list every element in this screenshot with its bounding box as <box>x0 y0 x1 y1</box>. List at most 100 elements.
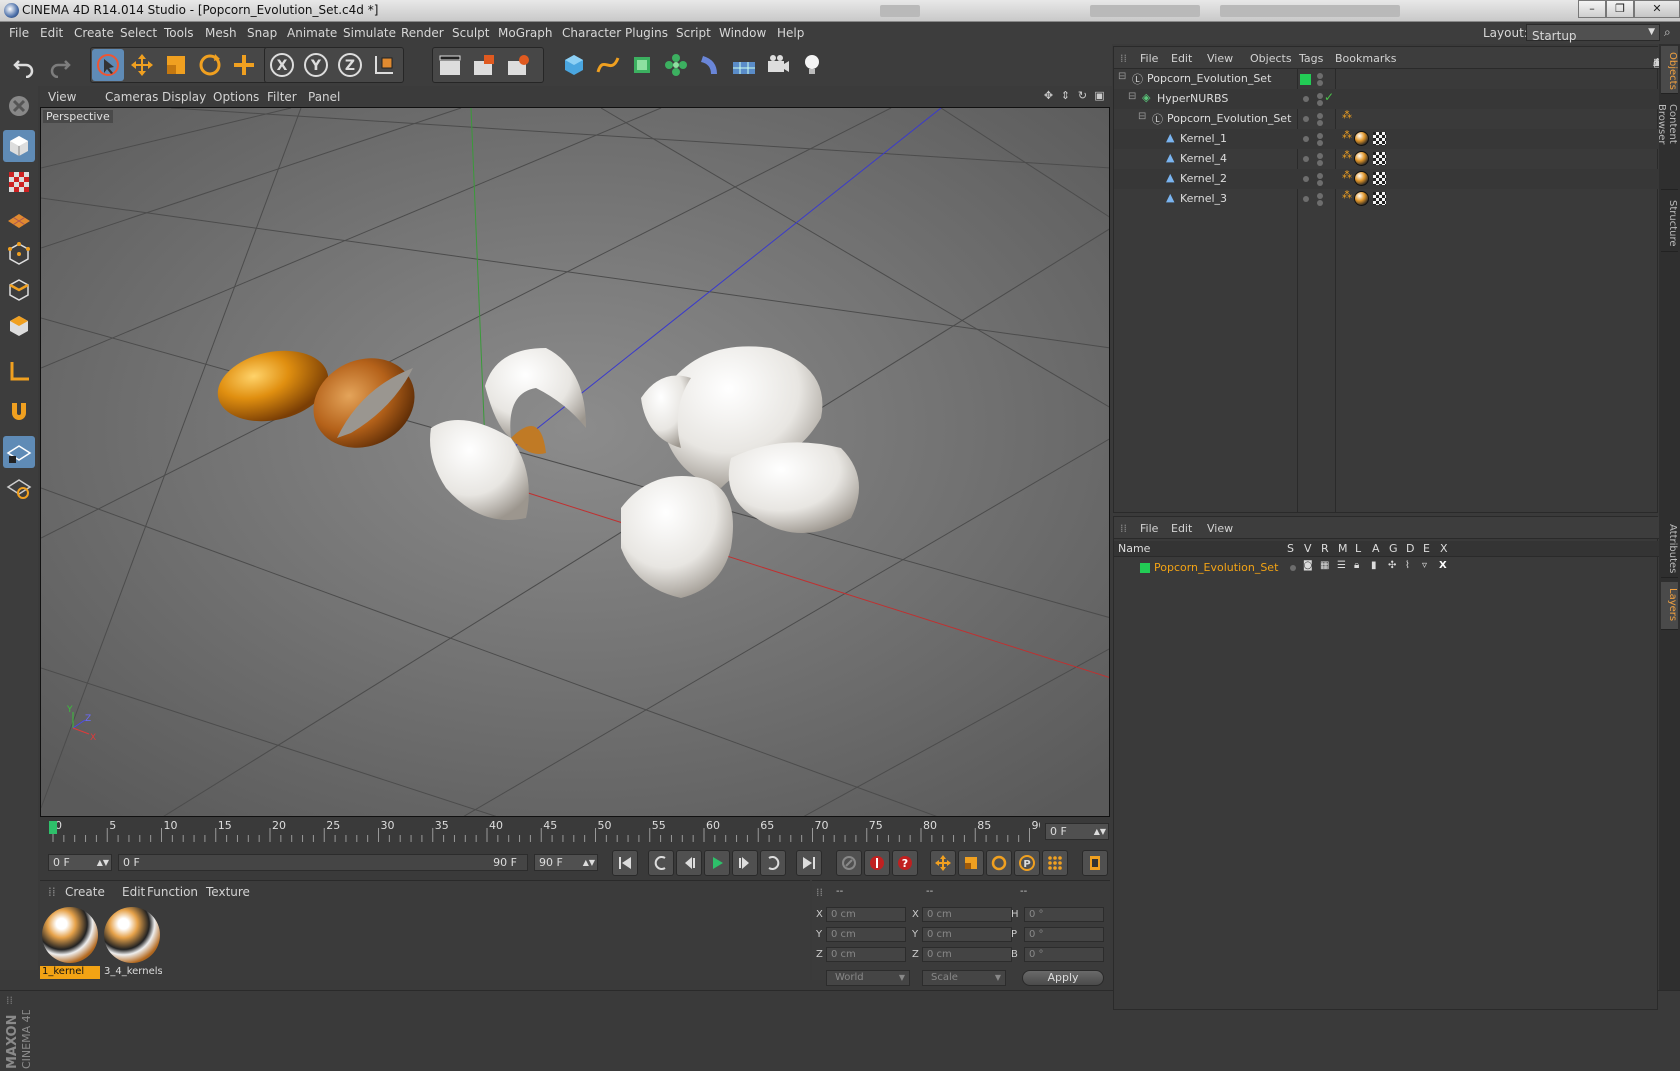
expression-icon[interactable]: ▿ <box>1422 560 1427 571</box>
editor-visibility-dot[interactable] <box>1317 153 1323 159</box>
next-frame-button[interactable] <box>732 850 758 876</box>
add-camera-button[interactable] <box>762 49 794 81</box>
lock-icon[interactable]: 🔒︎ <box>1354 560 1359 571</box>
make-editable-button[interactable] <box>3 90 35 122</box>
material-menu-function[interactable]: Function <box>147 885 198 899</box>
maximize-button[interactable]: ❐ <box>1606 0 1634 18</box>
objects-menu-file[interactable]: File <box>1140 52 1158 65</box>
menu-render[interactable]: Render <box>401 26 444 40</box>
material-tag-icon[interactable] <box>1354 131 1369 146</box>
coordinate-system-button[interactable] <box>368 49 400 81</box>
recent-tool-button[interactable] <box>228 49 260 81</box>
snapping-button[interactable] <box>3 396 35 428</box>
enabled-check-icon[interactable]: ✓ <box>1324 90 1334 104</box>
apply-button[interactable]: Apply <box>1022 970 1104 986</box>
object-row[interactable]: ⊟ ◈ HyperNURBS ✓ <box>1114 89 1659 109</box>
close-button[interactable]: ✕ <box>1634 0 1680 18</box>
playhead-marker[interactable] <box>49 821 57 834</box>
size-z-field[interactable]: 0 cm <box>922 947 1012 962</box>
render-visibility-dot[interactable] <box>1317 180 1323 186</box>
position-z-field[interactable]: 0 cm <box>826 947 906 962</box>
material-tag-icon[interactable] <box>1354 171 1369 186</box>
manager-tree-icon[interactable]: ☰ <box>1337 560 1346 571</box>
size-mode-select[interactable]: Scale ▼ <box>922 970 1006 986</box>
object-row[interactable]: ▲ Kernel_2 ⁂ <box>1114 169 1659 189</box>
editor-visibility-dot[interactable] <box>1317 93 1323 99</box>
layers-menu-file[interactable]: File <box>1140 522 1158 535</box>
generator-icon[interactable]: ✣ <box>1388 560 1396 571</box>
end-frame-field[interactable]: 90 F ▲▼ <box>534 854 598 871</box>
scale-tool-button[interactable] <box>160 49 192 81</box>
redo-button[interactable] <box>44 49 76 81</box>
key-scale-button[interactable] <box>958 850 984 876</box>
menu-snap[interactable]: Snap <box>247 26 277 40</box>
timeline-window-button[interactable] <box>1082 850 1108 876</box>
move-tool-button[interactable] <box>126 49 158 81</box>
menu-help[interactable]: Help <box>777 26 804 40</box>
phong-tag-icon[interactable]: ⁂ <box>1342 130 1352 141</box>
rotate-tool-button[interactable] <box>194 49 226 81</box>
menu-character[interactable]: Character <box>562 26 621 40</box>
material-menu-create[interactable]: Create <box>65 885 105 899</box>
go-to-start-button[interactable] <box>612 850 638 876</box>
menu-create[interactable]: Create <box>74 26 114 40</box>
layer-color-swatch[interactable] <box>1140 563 1150 573</box>
deformer-icon[interactable]: ⌇ <box>1405 560 1410 571</box>
editor-visibility-dot[interactable] <box>1317 113 1323 119</box>
render-view-button[interactable] <box>434 49 466 81</box>
render-picture-viewer-button[interactable] <box>468 49 500 81</box>
keyframe-help-button[interactable]: ? <box>892 850 918 876</box>
locked-workplane-button[interactable] <box>3 436 35 468</box>
render-visibility-dot[interactable] <box>1317 140 1323 146</box>
model-mode-button[interactable] <box>3 130 35 162</box>
layout-select[interactable]: Startup ▼ <box>1526 24 1660 43</box>
material-swatch[interactable]: 1_kernel <box>40 905 100 979</box>
current-frame-field[interactable]: 0 F ▲▼ <box>1045 823 1109 840</box>
objects-menu-tags[interactable]: Tags <box>1299 52 1323 65</box>
go-to-end-button[interactable] <box>796 850 822 876</box>
size-y-field[interactable]: 0 cm <box>922 927 1012 942</box>
size-x-field[interactable]: 0 cm <box>922 907 1012 922</box>
column-solo[interactable]: S <box>1287 542 1294 555</box>
material-tag-icon[interactable] <box>1354 191 1369 206</box>
points-mode-button[interactable] <box>3 238 35 270</box>
objects-menu-bookmarks[interactable]: Bookmarks <box>1335 52 1396 65</box>
phong-tag-icon[interactable]: ⁂ <box>1342 190 1352 201</box>
material-swatch[interactable]: 3_4_kernels <box>102 905 162 979</box>
lock-y-axis-button[interactable]: Y <box>300 49 332 81</box>
render-settings-button[interactable] <box>502 49 534 81</box>
editor-visibility-dot[interactable] <box>1317 173 1323 179</box>
object-row[interactable]: ▲ Kernel_1 ⁂ <box>1114 129 1659 149</box>
viewport-menu-filter[interactable]: Filter <box>267 90 297 104</box>
live-selection-button[interactable] <box>92 49 124 81</box>
key-position-button[interactable] <box>930 850 956 876</box>
rotation-b-field[interactable]: 0 ° <box>1024 947 1104 962</box>
search-icon[interactable]: ⌕ <box>1664 25 1671 40</box>
maximize-view-icon[interactable]: ▣ <box>1093 89 1106 102</box>
editor-visibility-dot[interactable] <box>1317 73 1323 79</box>
key-parameter-button[interactable]: P <box>1014 850 1040 876</box>
object-row[interactable]: ⊟ Ⓛ Popcorn_Evolution_Set <box>1114 69 1659 89</box>
eye-visible-icon[interactable]: ◙ <box>1303 560 1313 571</box>
objects-menu-objects[interactable]: Objects <box>1250 52 1292 65</box>
material-menu-edit[interactable]: Edit <box>122 885 145 899</box>
autokey-button[interactable] <box>836 850 862 876</box>
display-tag-icon[interactable]: ⁂ <box>1342 110 1352 121</box>
menu-edit[interactable]: Edit <box>40 26 63 40</box>
start-frame-field[interactable]: 0 F ▲▼ <box>48 854 112 871</box>
render-visibility-dot[interactable] <box>1317 160 1323 166</box>
collapse-icon[interactable]: ⊟ <box>1118 71 1126 82</box>
play-button[interactable] <box>704 850 730 876</box>
menu-mesh[interactable]: Mesh <box>205 26 237 40</box>
menu-mograph[interactable]: MoGraph <box>498 26 553 40</box>
viewport-menu-display[interactable]: Display <box>162 90 206 104</box>
key-pla-button[interactable] <box>1042 850 1068 876</box>
key-rotation-button[interactable] <box>986 850 1012 876</box>
add-nurbs-button[interactable] <box>626 49 658 81</box>
previous-key-button[interactable] <box>648 850 674 876</box>
undo-button[interactable] <box>8 49 40 81</box>
menu-file[interactable]: File <box>9 26 29 40</box>
add-cube-button[interactable] <box>558 49 590 81</box>
uvw-tag-icon[interactable] <box>1373 172 1386 185</box>
animation-film-icon[interactable]: ▮ <box>1371 560 1377 571</box>
